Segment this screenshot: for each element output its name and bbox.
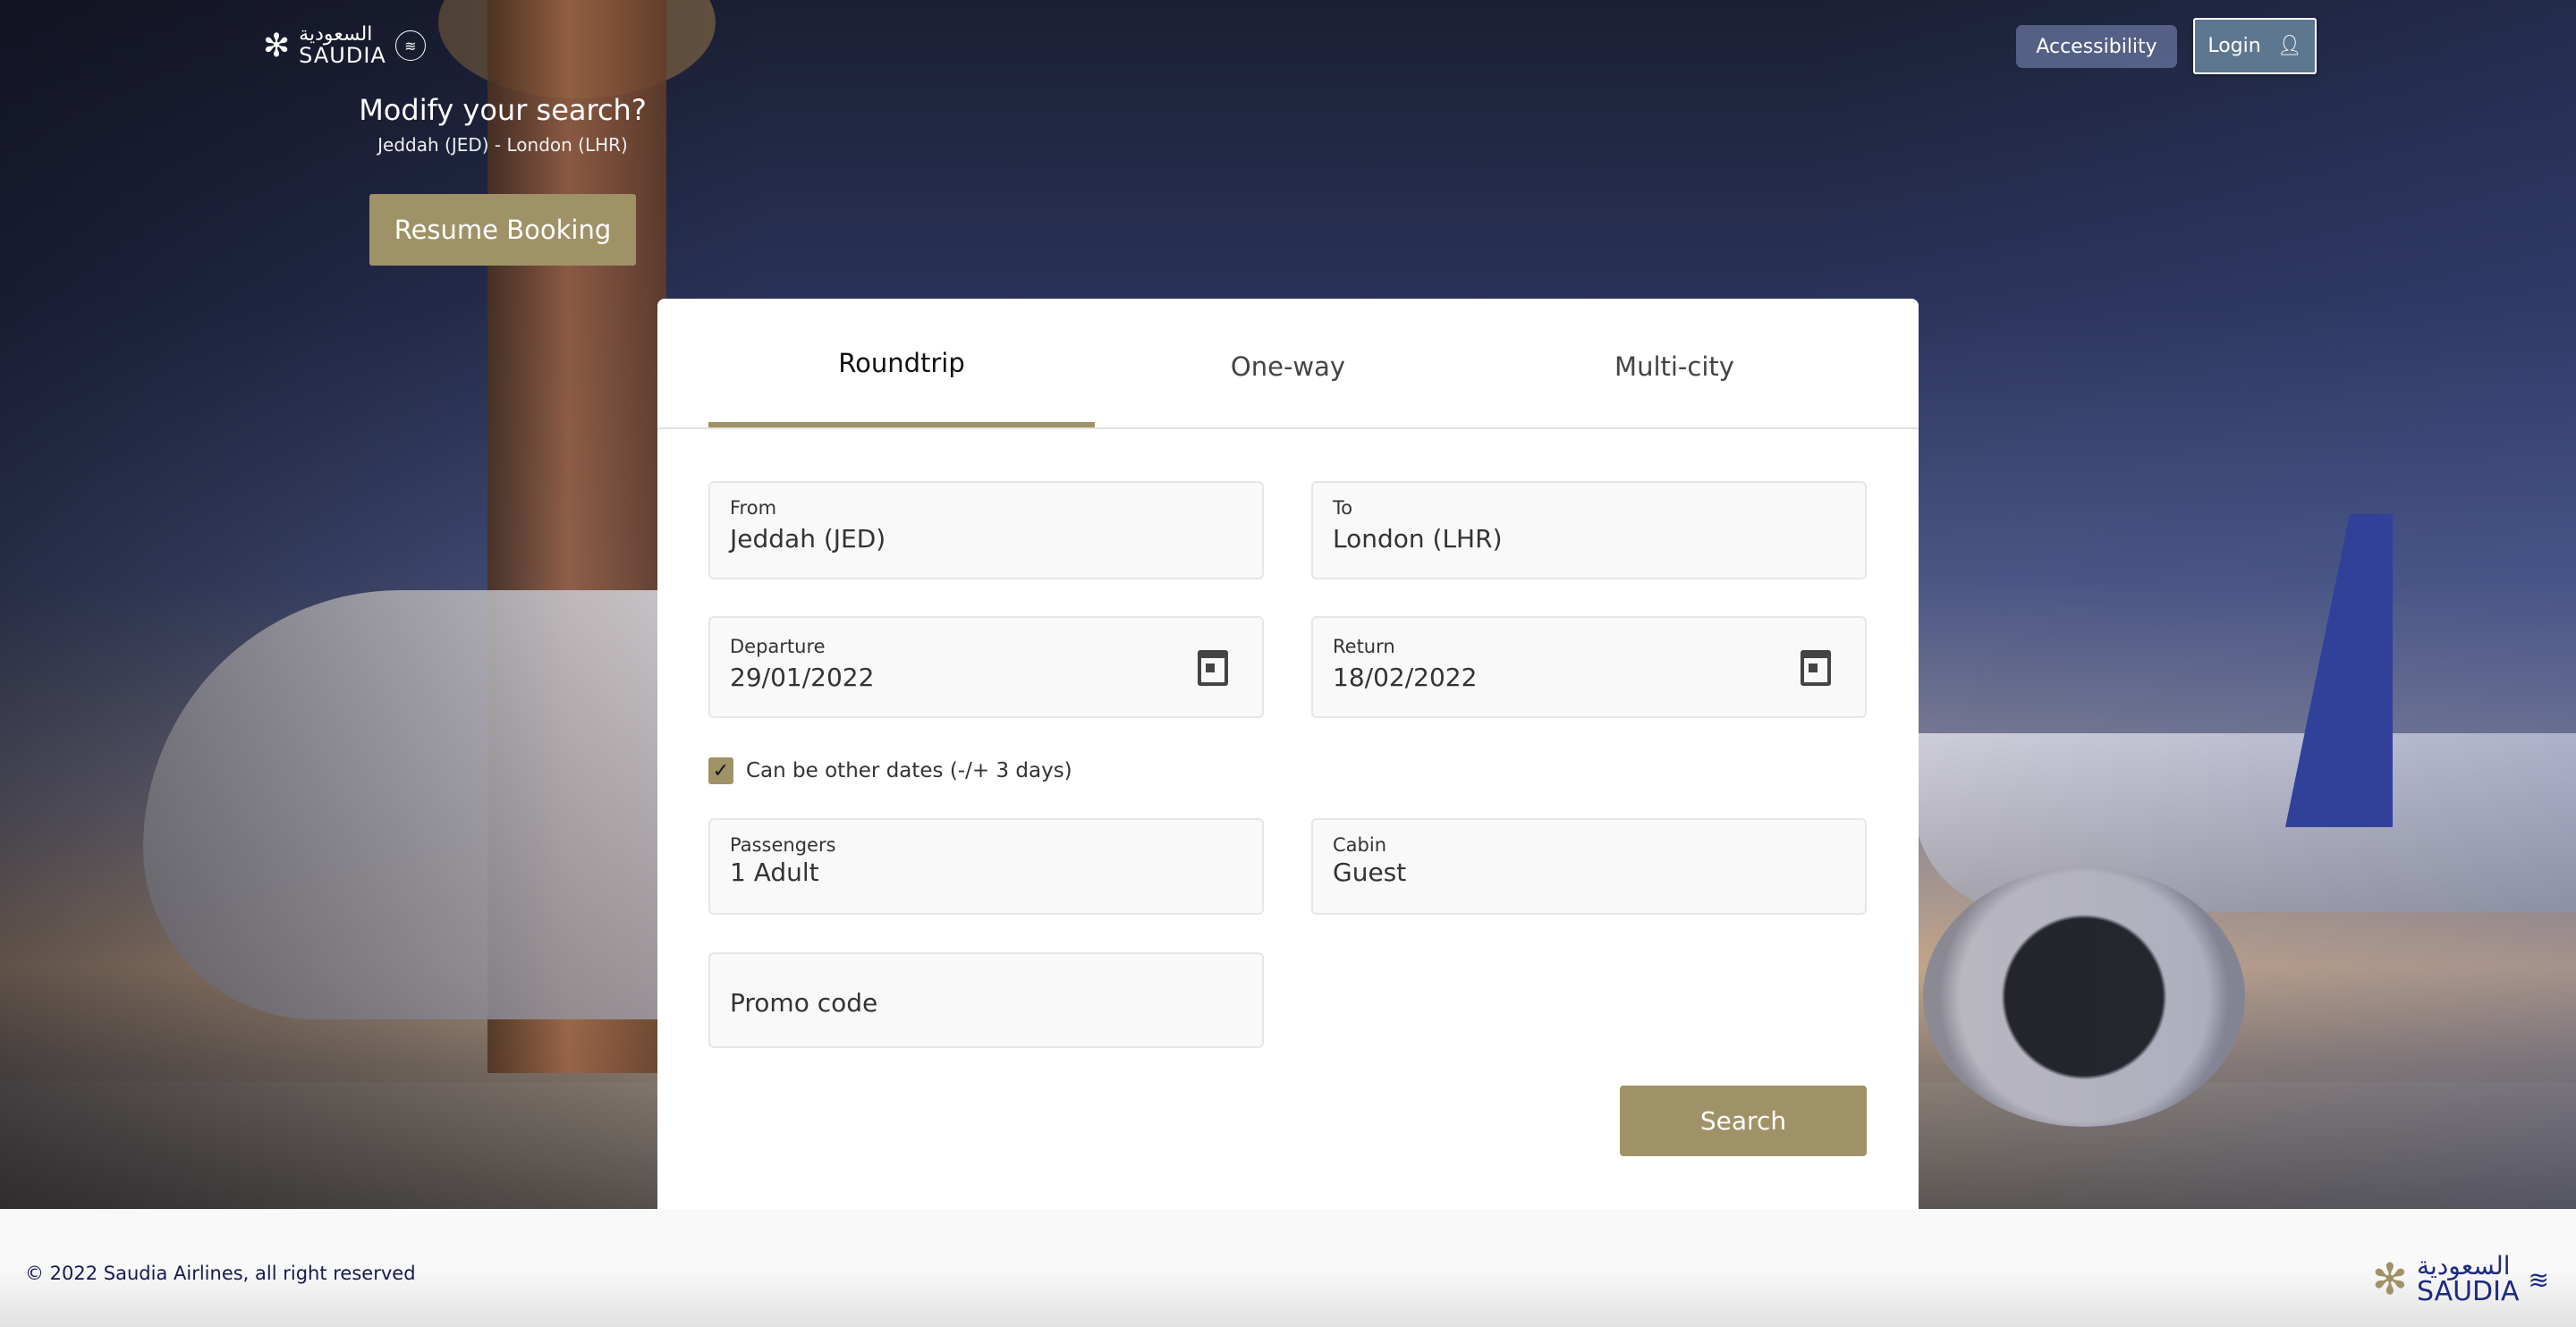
checkmark-icon[interactable]: ✓ (708, 757, 733, 784)
trip-type-tabs: Roundtrip One-way Multi-city (657, 299, 1919, 429)
cabin-value: Guest (1333, 858, 1407, 887)
departure-field[interactable]: Departure 29/01/2022 (708, 616, 1264, 718)
departure-label: Departure (730, 636, 826, 657)
tab-multi-city[interactable]: Multi-city (1481, 299, 1868, 429)
login-button[interactable]: Login 👤︎ (2193, 18, 2317, 74)
search-card: Roundtrip One-way Multi-city (657, 299, 1919, 1209)
from-value: Jeddah (JED) (730, 524, 886, 554)
return-value: 18/02/2022 (1333, 663, 1478, 692)
flexible-dates-label: Can be other dates (-/+ 3 days) (746, 759, 1072, 782)
footer-logo-en: SAUDIA (2416, 1276, 2520, 1307)
departure-value: 29/01/2022 (730, 663, 875, 692)
logo-text-ar: السعودية (299, 23, 373, 46)
palm-swords-icon: ✻ (2371, 1255, 2408, 1305)
footer-saudia-logo: ✻ السعودية SAUDIA ≋ (2372, 1254, 2549, 1306)
copyright: © 2022 Saudia Airlines, all right reserv… (25, 1263, 416, 1284)
saudia-logo[interactable]: ✻ السعودية SAUDIA ≋ (263, 25, 426, 66)
search-button[interactable]: Search (1620, 1086, 1867, 1156)
to-value: London (LHR) (1333, 524, 1503, 554)
tab-roundtrip[interactable]: Roundtrip (708, 299, 1095, 427)
calendar-icon[interactable] (1801, 650, 1831, 686)
route-summary: Jeddah (JED) - London (LHR) (377, 134, 628, 156)
passengers-value: 1 Adult (730, 858, 819, 887)
cabin-label: Cabin (1333, 834, 1387, 856)
from-field[interactable]: From Jeddah (JED) (708, 481, 1264, 579)
to-field[interactable]: To London (LHR) (1311, 481, 1867, 579)
cabin-field[interactable]: Cabin Guest (1311, 818, 1867, 915)
flexible-dates-checkbox[interactable]: ✓ Can be other dates (-/+ 3 days) (708, 757, 1072, 784)
from-label: From (730, 497, 777, 519)
to-label: To (1333, 497, 1353, 519)
footer: © 2022 Saudia Airlines, all right reserv… (0, 1209, 2576, 1327)
calendar-icon[interactable] (1198, 650, 1228, 686)
modify-search: Modify your search? Jeddah (JED) - Londo… (324, 89, 682, 156)
footer-logo-ar: السعودية (2416, 1251, 2511, 1281)
accessibility-button[interactable]: Accessibility (2016, 25, 2177, 68)
user-icon: 👤︎ (2276, 35, 2302, 57)
passengers-field[interactable]: Passengers 1 Adult (708, 818, 1264, 915)
passengers-label: Passengers (730, 834, 836, 856)
skyteam-icon: ≋ (2528, 1264, 2549, 1295)
resume-booking-button[interactable]: Resume Booking (369, 194, 636, 266)
tab-one-way[interactable]: One-way (1095, 299, 1481, 429)
return-label: Return (1333, 636, 1395, 657)
skyteam-icon: ≋ (394, 30, 426, 61)
logo-text-en: SAUDIA (299, 43, 386, 68)
page-title: Modify your search? (359, 93, 647, 127)
login-label: Login (2207, 35, 2261, 57)
promo-code-input[interactable]: Promo code (708, 952, 1264, 1048)
promo-code-placeholder: Promo code (730, 988, 878, 1018)
return-field[interactable]: Return 18/02/2022 (1311, 616, 1867, 718)
palm-swords-icon: ✻ (263, 27, 291, 64)
